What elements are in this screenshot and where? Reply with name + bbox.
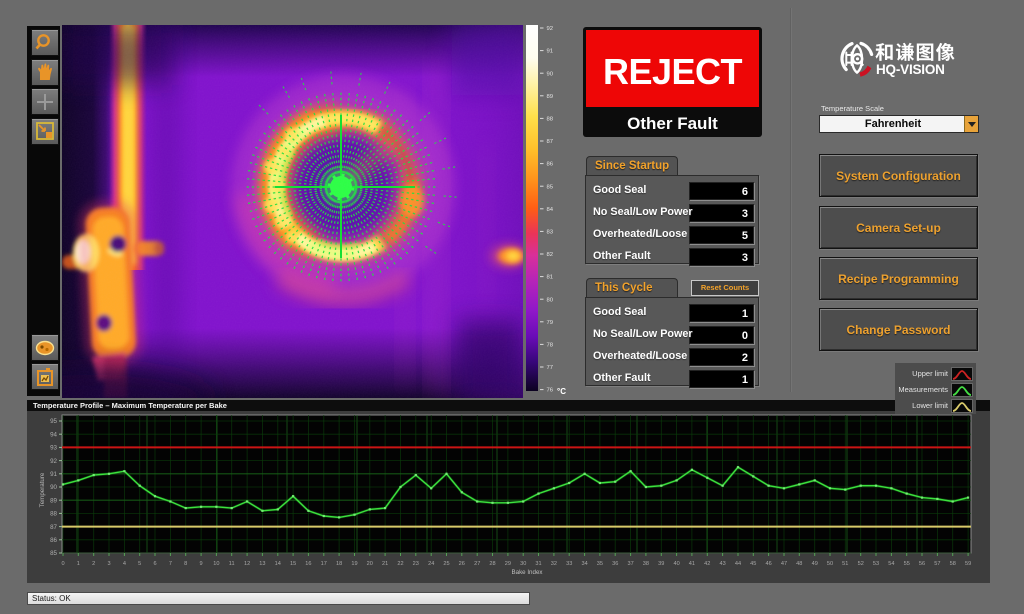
svg-text:45: 45 [750,561,756,567]
svg-text:34: 34 [581,561,587,567]
svg-text:40: 40 [673,561,679,567]
svg-text:9: 9 [200,561,203,567]
svg-text:11: 11 [229,561,235,567]
svg-text:57: 57 [934,561,940,567]
svg-text:23: 23 [413,561,419,567]
svg-text:82: 82 [547,252,554,258]
svg-text:91: 91 [50,471,57,478]
svg-text:32: 32 [551,561,557,567]
svg-text:33: 33 [566,561,572,567]
svg-text:5: 5 [138,561,141,567]
svg-text:46: 46 [765,561,771,567]
svg-text:87: 87 [547,139,554,145]
svg-text:58: 58 [950,561,956,567]
svg-text:52: 52 [858,561,864,567]
svg-text:88: 88 [547,117,554,123]
svg-text:56: 56 [919,561,925,567]
svg-text:89: 89 [547,94,554,100]
svg-text:38: 38 [643,561,649,567]
svg-text:24: 24 [428,561,434,567]
svg-text:92: 92 [50,458,57,465]
svg-text:92: 92 [547,26,554,32]
svg-text:85: 85 [50,550,57,557]
svg-text:31: 31 [535,561,541,567]
svg-text:6: 6 [153,561,156,567]
svg-text:48: 48 [796,561,802,567]
svg-text:°C: °C [557,387,566,396]
svg-text:88: 88 [50,511,57,518]
svg-text:93: 93 [50,445,57,452]
svg-text:41: 41 [689,561,695,567]
svg-text:22: 22 [397,561,403,567]
svg-text:18: 18 [336,561,342,567]
svg-text:15: 15 [290,561,296,567]
svg-text:0: 0 [61,561,64,567]
svg-text:20: 20 [367,561,373,567]
svg-text:55: 55 [904,561,910,567]
svg-text:26: 26 [459,561,465,567]
svg-text:13: 13 [259,561,265,567]
svg-text:12: 12 [244,561,250,567]
svg-text:36: 36 [612,561,618,567]
svg-text:10: 10 [213,561,219,567]
svg-text:Bake Index: Bake Index [512,569,544,576]
svg-text:95: 95 [50,418,57,425]
svg-text:35: 35 [597,561,603,567]
svg-text:28: 28 [489,561,495,567]
svg-text:30: 30 [520,561,526,567]
svg-text:17: 17 [321,561,327,567]
svg-text:14: 14 [275,561,281,567]
svg-text:16: 16 [305,561,311,567]
svg-text:27: 27 [474,561,480,567]
svg-text:2: 2 [92,561,95,567]
svg-text:81: 81 [547,275,554,281]
svg-text:Temperature Profile – Maximum: Temperature Profile – Maximum Temperatur… [33,401,227,410]
svg-text:21: 21 [382,561,388,567]
svg-text:8: 8 [184,561,187,567]
svg-text:90: 90 [547,71,554,77]
svg-text:51: 51 [842,561,848,567]
svg-text:Temperature: Temperature [39,472,46,507]
svg-text:84: 84 [547,207,554,213]
svg-text:86: 86 [50,537,57,544]
svg-text:94: 94 [50,431,57,438]
svg-text:4: 4 [123,561,126,567]
svg-text:91: 91 [547,49,554,55]
svg-text:87: 87 [50,524,57,531]
svg-text:86: 86 [547,162,554,168]
svg-text:47: 47 [781,561,787,567]
svg-text:76: 76 [547,388,554,394]
svg-text:43: 43 [719,561,725,567]
svg-text:85: 85 [547,184,554,190]
svg-text:77: 77 [547,365,554,371]
svg-text:78: 78 [547,343,554,349]
svg-text:19: 19 [351,561,357,567]
svg-text:7: 7 [169,561,172,567]
svg-text:89: 89 [50,497,57,504]
svg-text:49: 49 [812,561,818,567]
svg-text:3: 3 [107,561,110,567]
svg-text:29: 29 [505,561,511,567]
svg-text:1: 1 [77,561,80,567]
svg-text:53: 53 [873,561,879,567]
svg-text:42: 42 [704,561,710,567]
svg-text:44: 44 [735,561,741,567]
svg-text:54: 54 [888,561,894,567]
svg-text:80: 80 [547,297,554,303]
svg-text:83: 83 [547,230,554,236]
svg-text:90: 90 [50,484,57,491]
svg-text:39: 39 [658,561,664,567]
svg-text:50: 50 [827,561,833,567]
svg-text:79: 79 [547,320,554,326]
svg-text:37: 37 [627,561,633,567]
svg-text:25: 25 [443,561,449,567]
svg-text:59: 59 [965,561,971,567]
